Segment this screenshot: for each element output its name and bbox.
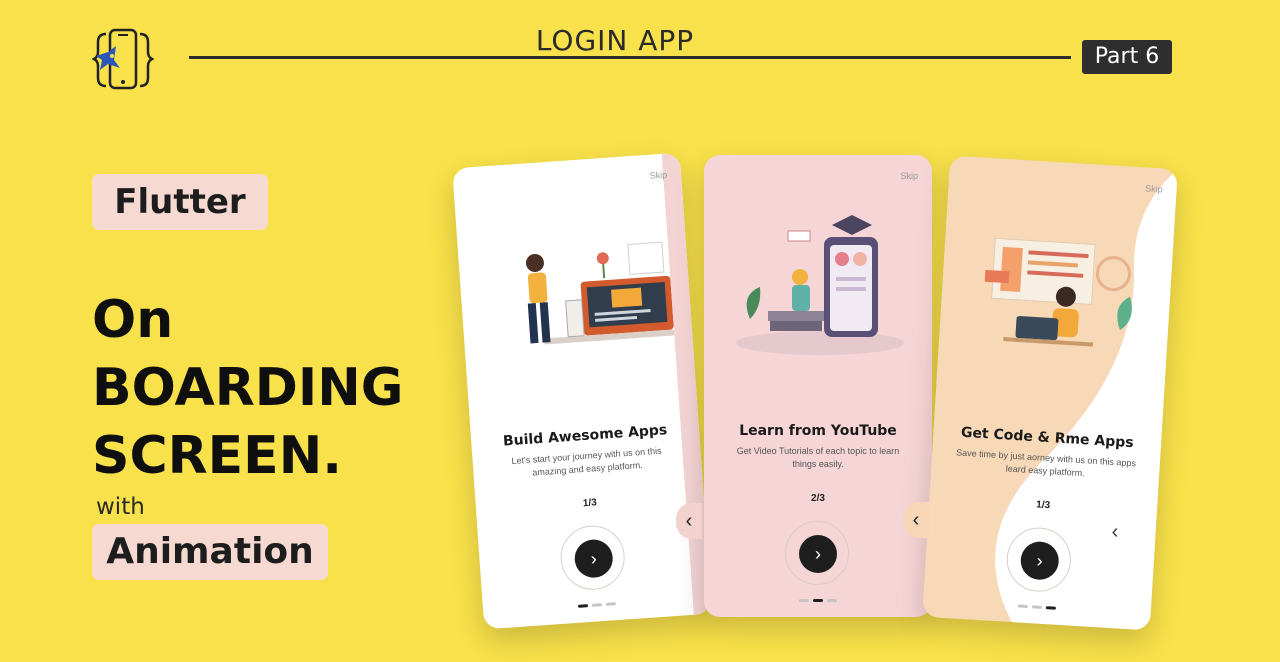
page-indicator bbox=[482, 586, 711, 620]
with-text: with bbox=[96, 494, 145, 520]
page-dot bbox=[1031, 605, 1042, 609]
skip-link[interactable]: Skip bbox=[649, 170, 667, 181]
illustration-online-learning bbox=[736, 215, 904, 355]
page-counter: 2/3 bbox=[811, 493, 825, 504]
page-dot bbox=[1017, 604, 1029, 609]
page-dot bbox=[827, 599, 837, 602]
back-arrow-button[interactable]: ‹ bbox=[676, 503, 702, 539]
flutter-pill: Flutter bbox=[92, 174, 268, 230]
page-dot bbox=[799, 599, 809, 602]
onboarding-card-3: Skip Get Code & Rme Apps Save time by ju… bbox=[922, 155, 1178, 631]
headline-line-3: SCREEN. bbox=[92, 426, 342, 486]
card-description: Get Video Tutorials of each topic to lea… bbox=[736, 446, 900, 469]
page-counter: 1/3 bbox=[582, 497, 598, 510]
card-description: Let's start your journey with us on this… bbox=[511, 445, 662, 478]
chevron-right-icon: › bbox=[815, 544, 821, 564]
header-title: LOGIN APP bbox=[535, 24, 695, 57]
page-dot bbox=[813, 599, 823, 602]
headline: On BOARDING SCREEN. bbox=[92, 286, 403, 490]
next-button[interactable]: › bbox=[799, 535, 837, 573]
logo-icon bbox=[92, 28, 154, 90]
illustration-developer-laptop bbox=[525, 241, 676, 345]
chevron-right-icon: › bbox=[590, 548, 598, 569]
chevron-left-icon: ‹ bbox=[912, 509, 920, 531]
onboarding-card-1: Skip Build Awesome Apps Let's start your… bbox=[452, 152, 712, 630]
page-dot bbox=[1045, 606, 1056, 610]
illustration-coder-at-desk bbox=[984, 237, 1132, 347]
animation-pill: Animation bbox=[92, 524, 328, 580]
onboarding-card-2: Skip Learn from YouTube Get Video Tutori… bbox=[704, 155, 932, 617]
chevron-left-icon: ‹ bbox=[685, 510, 693, 532]
headline-line-1: On bbox=[92, 290, 174, 350]
page-dot bbox=[605, 602, 617, 606]
back-arrow-button[interactable]: ‹ bbox=[903, 502, 929, 538]
page-indicator bbox=[704, 589, 932, 607]
back-arrow-button[interactable]: ‹ bbox=[1102, 514, 1128, 550]
headline-line-2: BOARDING bbox=[92, 358, 404, 418]
chevron-right-icon: › bbox=[1036, 550, 1044, 571]
page-dot bbox=[577, 604, 589, 608]
part-badge: Part 6 bbox=[1082, 40, 1172, 74]
skip-link[interactable]: Skip bbox=[900, 171, 918, 181]
page-dot bbox=[591, 603, 603, 607]
card-title: Learn from YouTube bbox=[739, 423, 897, 439]
chevron-left-icon: ‹ bbox=[1111, 521, 1119, 543]
skip-link[interactable]: Skip bbox=[1145, 183, 1163, 194]
